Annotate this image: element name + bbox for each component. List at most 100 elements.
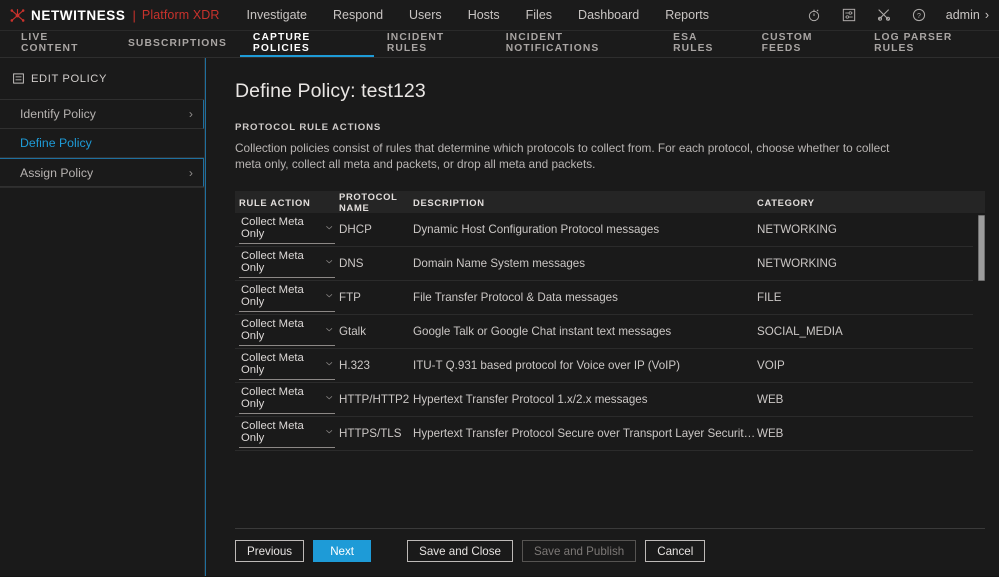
table-row: Collect Meta Only DNS Domain Name System… [235, 247, 973, 281]
chevron-right-icon: › [985, 8, 989, 22]
sidebar: EDIT POLICY Identify Policy › Define Pol… [0, 58, 205, 576]
table-row: Collect Meta Only HTTPS/TLS Hypertext Tr… [235, 417, 973, 451]
table-header-row: RULE ACTION PROTOCOL NAME DESCRIPTION CA… [235, 191, 985, 213]
tools-icon[interactable] [876, 7, 892, 23]
sidebar-item-assign-policy[interactable]: Assign Policy › [0, 158, 204, 187]
tab-esa-rules[interactable]: ESA RULES [660, 31, 748, 57]
nav-item-users[interactable]: Users [408, 3, 443, 27]
section-label: PROTOCOL RULE ACTIONS [235, 122, 999, 133]
rule-action-value: Collect Meta Only [241, 386, 325, 410]
help-icon[interactable]: ? [911, 7, 927, 23]
table-row: Collect Meta Only HTTP/HTTP2 Hypertext T… [235, 383, 973, 417]
tab-subscriptions[interactable]: SUBSCRIPTIONS [115, 31, 240, 57]
cancel-button[interactable]: Cancel [645, 540, 705, 562]
section-description: Collection policies consist of rules tha… [235, 140, 895, 172]
rule-action-dropdown[interactable]: Collect Meta Only [239, 352, 335, 380]
sidebar-item-label: Define Policy [20, 136, 92, 150]
scrollbar-thumb[interactable] [978, 215, 985, 281]
user-name: admin [946, 8, 980, 22]
rule-action-value: Collect Meta Only [241, 420, 325, 444]
table-row: Collect Meta Only DHCP Dynamic Host Conf… [235, 213, 973, 247]
description-cell: File Transfer Protocol & Data messages [413, 291, 757, 304]
rule-action-dropdown[interactable]: Collect Meta Only [239, 386, 335, 414]
category-cell: FILE [757, 291, 973, 304]
chevron-right-icon: › [189, 107, 193, 121]
tab-incident-notifications[interactable]: INCIDENT NOTIFICATIONS [493, 31, 660, 57]
rule-action-cell: Collect Meta Only [235, 420, 339, 448]
page-body: EDIT POLICY Identify Policy › Define Pol… [0, 58, 999, 576]
brand-divider: | [133, 8, 136, 23]
rule-action-cell: Collect Meta Only [235, 284, 339, 312]
chevron-down-icon [325, 291, 333, 300]
rule-action-dropdown[interactable]: Collect Meta Only [239, 284, 335, 312]
brand-logo[interactable]: NETWITNESS | Platform XDR [9, 7, 220, 24]
description-cell: Hypertext Transfer Protocol Secure over … [413, 427, 757, 440]
nav-item-dashboard[interactable]: Dashboard [577, 3, 640, 27]
rule-action-dropdown[interactable]: Collect Meta Only [239, 420, 335, 448]
brand-name: NETWITNESS [31, 8, 126, 23]
top-bar-actions: ? admin › [806, 7, 989, 23]
sub-navigation: LIVE CONTENT SUBSCRIPTIONS CAPTURE POLIC… [0, 31, 999, 58]
previous-button[interactable]: Previous [235, 540, 304, 562]
rule-action-dropdown[interactable]: Collect Meta Only [239, 216, 335, 244]
sidebar-header-label: EDIT POLICY [31, 73, 107, 85]
rule-action-cell: Collect Meta Only [235, 386, 339, 414]
rule-action-cell: Collect Meta Only [235, 250, 339, 278]
user-menu[interactable]: admin › [946, 8, 989, 22]
tab-custom-feeds[interactable]: CUSTOM FEEDS [749, 31, 862, 57]
main-navigation: Investigate Respond Users Hosts Files Da… [246, 3, 710, 27]
rule-action-value: Collect Meta Only [241, 216, 325, 240]
chevron-down-icon [325, 427, 333, 436]
protocol-name-cell: Gtalk [339, 325, 413, 338]
table-row: Collect Meta Only FTP File Transfer Prot… [235, 281, 973, 315]
rule-action-value: Collect Meta Only [241, 284, 325, 308]
sidebar-header: EDIT POLICY [0, 58, 204, 100]
chevron-down-icon [325, 223, 333, 232]
nav-item-files[interactable]: Files [525, 3, 553, 27]
category-cell: SOCIAL_MEDIA [757, 325, 973, 338]
sidebar-item-define-policy[interactable]: Define Policy [0, 129, 204, 158]
tab-live-content[interactable]: LIVE CONTENT [8, 31, 115, 57]
protocol-name-cell: FTP [339, 291, 413, 304]
brand-subtitle: Platform XDR [142, 8, 220, 22]
chevron-down-icon [325, 359, 333, 368]
rule-action-cell: Collect Meta Only [235, 318, 339, 346]
nav-item-respond[interactable]: Respond [332, 3, 384, 27]
stopwatch-icon[interactable] [806, 7, 822, 23]
rule-action-dropdown[interactable]: Collect Meta Only [239, 250, 335, 278]
svg-text:?: ? [917, 13, 921, 20]
protocol-name-cell: DNS [339, 257, 413, 270]
table-row: Collect Meta Only H.323 ITU-T Q.931 base… [235, 349, 973, 383]
rule-action-cell: Collect Meta Only [235, 352, 339, 380]
rule-action-value: Collect Meta Only [241, 318, 325, 342]
rule-action-dropdown[interactable]: Collect Meta Only [239, 318, 335, 346]
main-content: Define Policy: test123 PROTOCOL RULE ACT… [205, 58, 999, 576]
nav-item-investigate[interactable]: Investigate [246, 3, 308, 27]
tasks-icon[interactable] [841, 7, 857, 23]
table-row: Collect Meta Only Gtalk Google Talk or G… [235, 315, 973, 349]
protocol-name-cell: HTTPS/TLS [339, 427, 413, 440]
protocol-rules-table: RULE ACTION PROTOCOL NAME DESCRIPTION CA… [235, 191, 985, 528]
nav-item-reports[interactable]: Reports [664, 3, 710, 27]
sidebar-item-identify-policy[interactable]: Identify Policy › [0, 100, 204, 129]
save-and-close-button[interactable]: Save and Close [407, 540, 513, 562]
nav-item-hosts[interactable]: Hosts [467, 3, 501, 27]
protocol-name-cell: DHCP [339, 223, 413, 236]
tab-log-parser-rules[interactable]: LOG PARSER RULES [861, 31, 999, 57]
description-cell: Hypertext Transfer Protocol 1.x/2.x mess… [413, 393, 757, 406]
page-title: Define Policy: test123 [235, 80, 999, 103]
tab-capture-policies[interactable]: CAPTURE POLICIES [240, 31, 374, 57]
chevron-down-icon [325, 257, 333, 266]
rule-action-value: Collect Meta Only [241, 352, 325, 376]
tab-incident-rules[interactable]: INCIDENT RULES [374, 31, 493, 57]
category-cell: VOIP [757, 359, 973, 372]
netwitness-molecule-icon [9, 7, 26, 24]
chevron-right-icon: › [189, 166, 193, 180]
next-button[interactable]: Next [313, 540, 371, 562]
description-cell: Domain Name System messages [413, 257, 757, 270]
main-inner: Define Policy: test123 PROTOCOL RULE ACT… [206, 58, 999, 528]
category-cell: NETWORKING [757, 257, 973, 270]
rule-action-value: Collect Meta Only [241, 250, 325, 274]
table-scrollbar[interactable] [978, 215, 985, 528]
column-header-category: CATEGORY [757, 197, 973, 208]
